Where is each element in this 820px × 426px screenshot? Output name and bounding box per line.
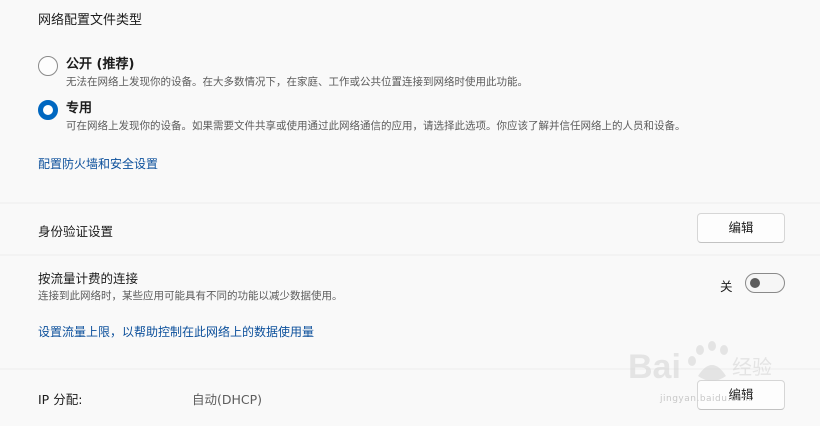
network-settings-page: 网络配置文件类型 公开 (推荐) 无法在网络上发现你的设备。在大多数情况下，在家… <box>0 0 820 426</box>
authentication-settings-label: 身份验证设置 <box>38 224 114 239</box>
private-option-text: 专用 可在网络上发现你的设备。如果需要文件共享或使用通过此网络通信的应用，请选择… <box>66 100 686 133</box>
watermark-url: jingyan.baidu.com <box>660 394 752 404</box>
ip-assignment-label: IP 分配: <box>38 392 83 407</box>
private-radio-button[interactable] <box>38 100 58 120</box>
authentication-edit-button[interactable]: 编辑 <box>697 213 785 243</box>
public-option-description: 无法在网络上发现你的设备。在大多数情况下，在家庭、工作或公共位置连接到网络时使用… <box>66 76 528 88</box>
metered-connection-card: 按流量计费的连接 连接到此网络时，某些应用可能具有不同的功能以减少数据使用。 关… <box>0 256 820 368</box>
public-profile-option[interactable]: 公开 (推荐) 无法在网络上发现你的设备。在大多数情况下，在家庭、工作或公共位置… <box>38 56 528 89</box>
public-option-label: 公开 (推荐) <box>66 57 135 72</box>
metered-connection-toggle[interactable] <box>745 273 785 293</box>
data-limit-link[interactable]: 设置流量上限，以帮助控制在此网络上的数据使用量 <box>38 323 314 340</box>
private-option-description: 可在网络上发现你的设备。如果需要文件共享或使用通过此网络通信的应用，请选择此选项… <box>66 120 686 132</box>
public-option-text: 公开 (推荐) 无法在网络上发现你的设备。在大多数情况下，在家庭、工作或公共位置… <box>66 56 528 89</box>
public-radio-button[interactable] <box>38 56 58 76</box>
authentication-settings-card: 身份验证设置 编辑 <box>0 204 820 254</box>
network-profile-card: 网络配置文件类型 公开 (推荐) 无法在网络上发现你的设备。在大多数情况下，在家… <box>0 0 820 202</box>
network-profile-title: 网络配置文件类型 <box>38 13 143 28</box>
ip-assignment-value: 自动(DHCP) <box>192 392 263 407</box>
private-option-label: 专用 <box>66 101 93 116</box>
firewall-settings-link[interactable]: 配置防火墙和安全设置 <box>38 155 158 172</box>
metered-connection-label: 按流量计费的连接 <box>38 271 139 286</box>
toggle-knob <box>750 278 760 288</box>
metered-connection-description: 连接到此网络时，某些应用可能具有不同的功能以减少数据使用。 <box>38 290 343 302</box>
private-profile-option[interactable]: 专用 可在网络上发现你的设备。如果需要文件共享或使用通过此网络通信的应用，请选择… <box>38 100 686 133</box>
metered-toggle-state: 关 <box>720 279 733 294</box>
